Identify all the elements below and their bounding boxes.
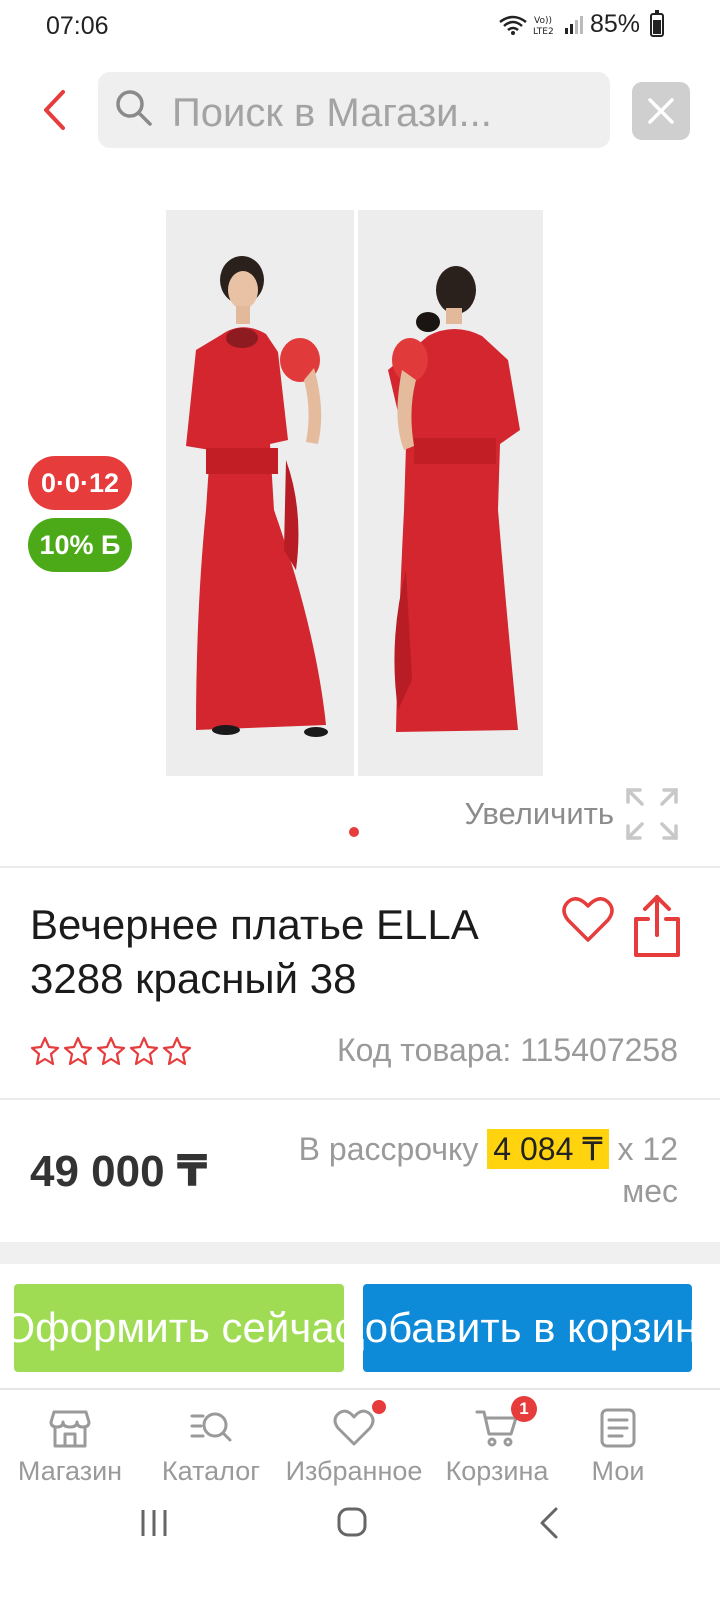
zoom-button[interactable]: Увеличить <box>464 786 680 842</box>
orders-icon <box>600 1408 636 1448</box>
favorites-dot <box>372 1400 386 1414</box>
nav-item-my[interactable]: Мои <box>566 1406 670 1490</box>
share-icon <box>634 895 680 957</box>
section-separator <box>0 1242 720 1264</box>
product-photo-back[interactable] <box>358 210 543 776</box>
share-button[interactable] <box>632 893 682 959</box>
svg-text:Vo)): Vo)) <box>534 16 552 26</box>
dress-back-image <box>358 210 543 776</box>
rating-stars <box>30 1036 192 1066</box>
nav-item-catalog[interactable]: Каталог <box>152 1406 270 1490</box>
close-icon <box>648 98 674 124</box>
heart-icon <box>562 897 614 942</box>
nav-label: Магазин <box>17 1456 123 1486</box>
battery-percent: 85% <box>589 10 640 38</box>
add-to-cart-button[interactable]: Добавить в корзину <box>363 1284 692 1372</box>
product-photo-front[interactable] <box>166 210 354 776</box>
nav-label: Избранное <box>285 1456 423 1486</box>
heart-icon <box>333 1409 375 1446</box>
expand-icon <box>626 788 678 840</box>
divider <box>0 1098 720 1100</box>
nav-label: Каталог <box>161 1456 261 1486</box>
star-empty-icon <box>162 1036 192 1066</box>
star-empty-icon <box>96 1036 126 1066</box>
dress-front-image <box>166 210 354 776</box>
status-bar: 07:06 Vo)) LTE2 85% <box>0 0 720 56</box>
nav-label: Мои <box>591 1456 645 1486</box>
chevron-left-icon <box>44 90 65 130</box>
divider <box>0 866 720 868</box>
gallery-page-indicator <box>349 827 359 837</box>
product-price: 49 000 ₸ <box>30 1147 208 1196</box>
back-button[interactable] <box>34 86 74 134</box>
star-empty-icon <box>129 1036 159 1066</box>
catalog-search-icon <box>190 1412 232 1442</box>
signal-icon <box>564 15 583 34</box>
product-sku: Код товара: 115407258 <box>337 1032 678 1068</box>
home-icon[interactable] <box>336 1506 368 1538</box>
installment-badge: 0·0·12 <box>28 456 132 510</box>
store-icon <box>49 1410 91 1448</box>
bottom-nav: Магазин Каталог Избранное 1 Корзина Мои <box>0 1388 720 1488</box>
product-title: Вечернее платье ELLA 3288 красный 38 <box>30 901 477 1002</box>
nav-item-favorites[interactable]: Избранное <box>280 1400 428 1490</box>
bonus-badge: 10% Б <box>28 518 132 572</box>
product-gallery[interactable]: 0·0·12 10% Б <box>0 210 720 810</box>
cart-count-badge: 1 <box>511 1396 537 1422</box>
nav-label: Корзина <box>445 1456 549 1486</box>
battery-icon <box>650 9 664 37</box>
status-time: 07:06 <box>46 12 109 40</box>
recent-apps-icon[interactable] <box>138 1508 170 1538</box>
cart-icon-wrap: 1 <box>475 1396 537 1450</box>
installment-suffix: х 12 мес <box>617 1131 678 1209</box>
search-input[interactable] <box>172 86 592 140</box>
star-empty-icon <box>63 1036 93 1066</box>
favorites-icon-wrap <box>332 1400 386 1450</box>
installment-info: В рассрочку 4 084 ₸ х 12 мес <box>258 1128 678 1212</box>
volte-icon: Vo)) LTE2 <box>533 16 554 37</box>
installment-prefix: В рассрочку <box>298 1131 479 1167</box>
add-to-cart-label: Добавить в корзину <box>363 1304 692 1351</box>
nav-item-cart[interactable]: 1 Корзина <box>438 1396 556 1490</box>
status-right: Vo)) LTE2 85% <box>498 9 664 39</box>
search-header <box>0 70 720 150</box>
nav-item-store[interactable]: Магазин <box>12 1406 128 1490</box>
status-icons: Vo)) LTE2 <box>498 13 584 37</box>
search-box[interactable] <box>98 72 610 148</box>
svg-text:LTE2: LTE2 <box>533 27 554 37</box>
clear-search-button[interactable] <box>632 82 690 140</box>
installment-amount: 4 084 ₸ <box>487 1129 609 1169</box>
system-back-icon[interactable] <box>538 1506 560 1540</box>
search-icon <box>116 90 152 126</box>
system-nav-bar <box>0 1496 720 1600</box>
zoom-label: Увеличить <box>464 796 614 831</box>
wifi-icon <box>499 15 527 35</box>
checkout-now-button[interactable]: Оформить сейчас <box>14 1284 344 1372</box>
checkout-now-label: Оформить сейчас <box>14 1304 344 1351</box>
favorite-button[interactable] <box>562 896 614 944</box>
star-empty-icon <box>30 1036 60 1066</box>
